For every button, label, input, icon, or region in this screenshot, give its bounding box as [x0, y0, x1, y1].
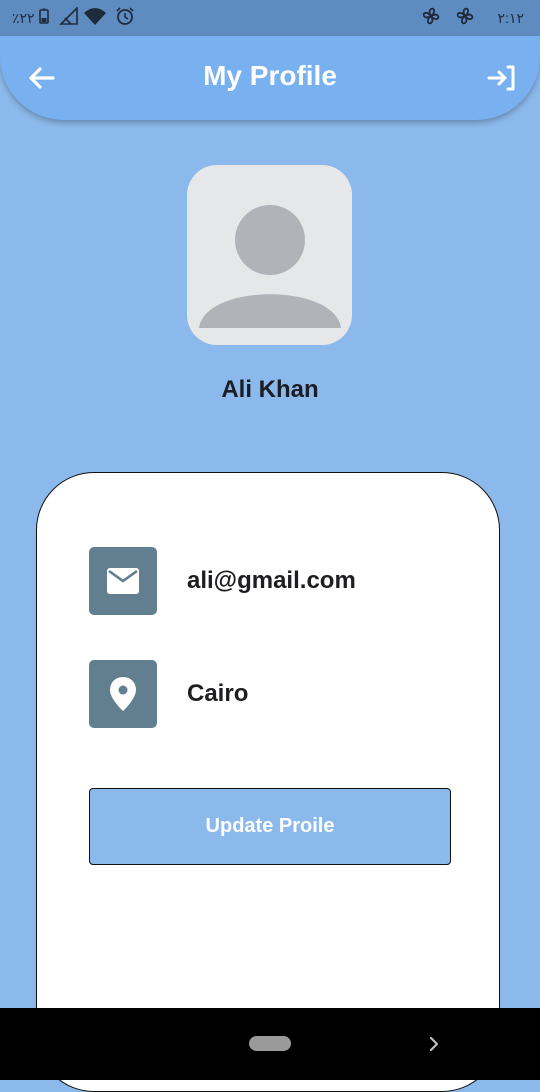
email-icon [107, 568, 139, 594]
wifi-icon [83, 7, 107, 30]
fan-icon [454, 5, 476, 32]
status-right: ٢:١٢ [420, 0, 524, 36]
location-icon-tile [89, 660, 157, 728]
logout-button[interactable] [486, 62, 518, 94]
location-value: Cairo [187, 680, 249, 707]
app-bar: My Profile [0, 36, 540, 120]
person-placeholder-icon [199, 205, 341, 328]
location-pin-icon [110, 677, 136, 711]
email-value: ali@gmail.com [187, 567, 356, 594]
email-row: ali@gmail.com [89, 547, 356, 615]
battery-text: ٪٢٢ [12, 9, 35, 26]
page-title: My Profile [203, 60, 337, 91]
system-nav-bar [0, 1008, 540, 1080]
clock: ٢:١٢ [497, 9, 524, 26]
location-row: Cairo [89, 660, 248, 728]
status-left: ٪٢٢ [12, 0, 135, 36]
profile-details-card: ali@gmail.com Cairo Update Proile [36, 472, 500, 1092]
no-signal-icon [58, 5, 79, 30]
email-icon-tile [89, 547, 157, 615]
home-pill-icon[interactable] [249, 1036, 291, 1051]
chevron-right-icon[interactable] [426, 1034, 442, 1054]
status-bar: ٪٢٢ ٢:١٢ [0, 0, 540, 36]
alarm-icon [115, 6, 135, 31]
battery-icon [38, 8, 49, 29]
fan-icon [420, 5, 442, 32]
update-profile-button[interactable]: Update Proile [89, 788, 451, 865]
logout-icon [487, 65, 515, 91]
avatar[interactable] [187, 165, 352, 345]
profile-name: Ali Khan [221, 376, 319, 403]
